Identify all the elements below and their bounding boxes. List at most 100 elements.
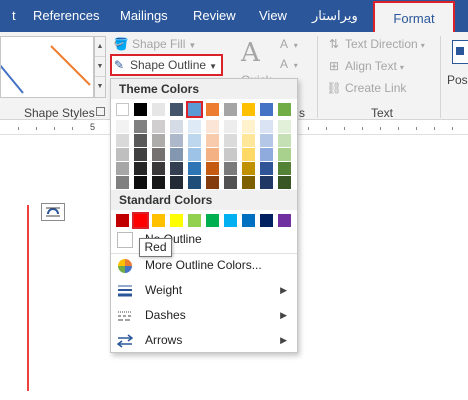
theme-tint-swatch[interactable] [224,134,237,147]
theme-tint-swatch[interactable] [260,120,273,133]
theme-tint-swatch[interactable] [134,148,147,161]
theme-tint-swatch[interactable] [152,148,165,161]
theme-tint-swatch[interactable] [134,134,147,147]
theme-tint-swatch[interactable] [152,120,165,133]
standard-color-swatch[interactable] [224,214,237,227]
standard-color-swatch[interactable] [152,214,165,227]
standard-color-swatch[interactable] [278,214,291,227]
theme-tint-swatch[interactable] [134,176,147,189]
theme-tint-swatch[interactable] [170,134,183,147]
theme-tint-swatch[interactable] [152,162,165,175]
theme-tint-swatch[interactable] [188,162,201,175]
theme-color-swatch[interactable] [152,103,165,116]
theme-tint-swatch[interactable] [152,176,165,189]
text-fill-icon[interactable]: A ▾ [280,34,298,54]
theme-tint-swatch[interactable] [170,148,183,161]
theme-color-swatch[interactable] [116,103,129,116]
gallery-down-icon[interactable]: ▼ [95,57,105,77]
theme-tint-swatch[interactable] [224,120,237,133]
position-icon[interactable] [452,40,468,64]
theme-tint-swatch[interactable] [188,120,201,133]
theme-tint-swatch[interactable] [188,148,201,161]
weight-item[interactable]: Weight ▶ [111,278,297,303]
gallery-up-icon[interactable]: ▲ [95,37,105,57]
theme-tint-swatch[interactable] [278,120,291,133]
shape-style-blue-line[interactable] [1,37,47,97]
theme-tint-swatch[interactable] [170,176,183,189]
theme-tint-swatch[interactable] [116,148,129,161]
theme-tint-swatch[interactable] [134,162,147,175]
theme-tint-swatch[interactable] [188,134,201,147]
text-direction-button[interactable]: ⇅ Text Direction ▾ [326,34,425,54]
shape-fill-button[interactable]: 🪣 Shape Fill ▼ [113,34,197,54]
standard-color-swatch[interactable] [206,214,219,227]
theme-tint-swatch[interactable] [188,176,201,189]
theme-tint-swatch[interactable] [116,162,129,175]
theme-tint-swatch[interactable] [206,176,219,189]
standard-color-swatch[interactable] [242,214,255,227]
theme-tint-swatch[interactable] [116,120,129,133]
align-text-button[interactable]: ⊞ Align Text ▾ [326,56,404,76]
theme-tint-swatch[interactable] [134,120,147,133]
theme-color-swatch[interactable] [278,103,291,116]
tab-virastar[interactable]: ویراستار [312,0,358,32]
theme-tint-swatch[interactable] [116,176,129,189]
theme-tint-swatch[interactable] [206,162,219,175]
theme-tint-swatch[interactable] [224,176,237,189]
wordart-a-icon[interactable]: A [241,38,260,68]
theme-color-swatch[interactable] [134,103,147,116]
standard-color-swatch[interactable] [170,214,183,227]
dashes-item[interactable]: Dashes ▶ [111,303,297,328]
shape-style-orange-line[interactable] [48,37,94,97]
standard-colors-heading: Standard Colors [111,190,297,210]
theme-color-swatch[interactable] [242,103,255,116]
tab-format[interactable]: Format [373,1,455,32]
theme-tint-swatch[interactable] [242,120,255,133]
tab-references[interactable]: References [33,0,99,32]
standard-color-swatch[interactable] [116,214,129,227]
theme-tint-swatch[interactable] [170,120,183,133]
theme-tint-swatch[interactable] [152,134,165,147]
tab-layout[interactable]: t [12,0,16,32]
theme-tint-swatch[interactable] [242,148,255,161]
theme-tint-swatch[interactable] [170,162,183,175]
layout-options-icon[interactable] [41,203,65,221]
theme-tint-swatch[interactable] [278,134,291,147]
shape-outline-button[interactable]: ✎ Shape Outline ▼ [110,54,223,76]
theme-tint-swatch[interactable] [278,148,291,161]
arrows-item[interactable]: Arrows ▶ [111,328,297,353]
theme-tint-swatch[interactable] [278,176,291,189]
position-label[interactable]: Posi [447,70,468,90]
tab-mailings[interactable]: Mailings [120,0,168,32]
selected-line-shape[interactable] [27,205,29,391]
standard-color-swatch[interactable] [132,212,149,229]
theme-color-swatch[interactable] [186,101,203,118]
dialog-launcher-icon[interactable] [96,107,105,116]
theme-tint-swatch[interactable] [260,162,273,175]
theme-tint-swatch[interactable] [242,176,255,189]
theme-tint-swatch[interactable] [224,148,237,161]
theme-tint-swatch[interactable] [116,134,129,147]
theme-tint-swatch[interactable] [260,134,273,147]
tab-view[interactable]: View [259,0,287,32]
standard-color-swatch[interactable] [188,214,201,227]
theme-tint-swatch[interactable] [242,162,255,175]
tab-review[interactable]: Review [193,0,236,32]
theme-tint-swatch[interactable] [206,134,219,147]
gallery-more-icon[interactable]: ▼ [95,77,105,97]
standard-color-swatch[interactable] [260,214,273,227]
theme-tint-swatch[interactable] [260,176,273,189]
create-link-button[interactable]: ⛓ Create Link [326,78,406,98]
theme-tint-swatch[interactable] [206,120,219,133]
theme-color-swatch[interactable] [206,103,219,116]
theme-tint-swatch[interactable] [206,148,219,161]
theme-color-swatch[interactable] [170,103,183,116]
text-outline-icon[interactable]: A ▾ [280,54,298,74]
theme-color-swatch[interactable] [224,103,237,116]
theme-tint-swatch[interactable] [242,134,255,147]
theme-tint-swatch[interactable] [224,162,237,175]
theme-tint-swatch[interactable] [278,162,291,175]
ruler-number: 5 [90,122,96,132]
theme-tint-swatch[interactable] [260,148,273,161]
theme-color-swatch[interactable] [260,103,273,116]
